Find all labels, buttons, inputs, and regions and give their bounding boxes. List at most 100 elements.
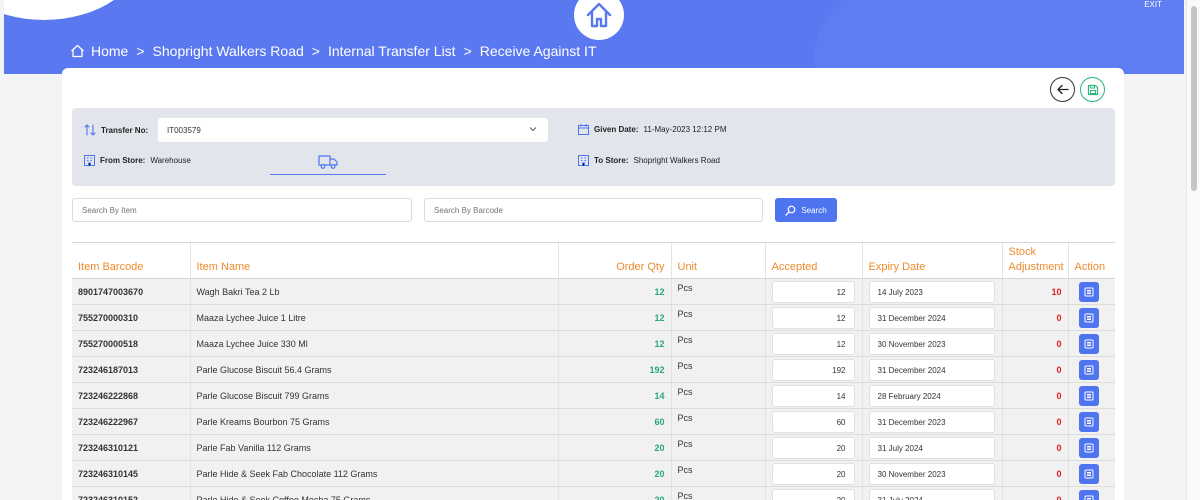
col-header-order-qty[interactable]: Order Qty xyxy=(557,242,671,279)
order-qty: 20 xyxy=(557,460,671,487)
back-button[interactable] xyxy=(1050,77,1075,102)
unit: Pcs xyxy=(670,408,765,435)
accepted-cell: 12 xyxy=(764,278,862,305)
home-badge[interactable] xyxy=(574,0,624,40)
breadcrumb-separator: > xyxy=(463,43,472,59)
transfer-no-label: Transfer No: xyxy=(84,124,148,136)
building-icon xyxy=(84,155,95,166)
unit: Pcs xyxy=(670,486,765,500)
stock-adjustment: 0 xyxy=(1001,382,1068,409)
transfer-filter-panel: Transfer No: IT003579 Given Date: 11-May… xyxy=(72,108,1115,186)
action-cell xyxy=(1067,356,1115,383)
chevron-down-icon xyxy=(529,127,537,132)
floppy-disk-icon xyxy=(1087,84,1098,95)
accepted-input[interactable]: 20 xyxy=(771,462,855,485)
to-store-label: To Store: Shopright Walkers Road xyxy=(578,155,720,166)
col-header-stock-adjustment[interactable]: Stock Adjustment xyxy=(1001,242,1068,279)
breadcrumb-store[interactable]: Shopright Walkers Road xyxy=(153,43,304,59)
row-action-button[interactable] xyxy=(1078,385,1099,406)
search-icon xyxy=(785,205,796,216)
item-barcode: 8901747003670 xyxy=(72,278,190,305)
stock-adjustment: 0 xyxy=(1001,408,1068,435)
action-cell xyxy=(1067,460,1115,487)
receive-card: Transfer No: IT003579 Given Date: 11-May… xyxy=(62,68,1124,500)
arrow-left-icon xyxy=(1057,84,1069,95)
calendar-icon xyxy=(578,124,589,135)
accepted-input[interactable]: 12 xyxy=(771,332,855,355)
col-header-name[interactable]: Item Name xyxy=(189,242,558,279)
table-row: 755270000518 Maaza Lychee Juice 330 Ml 12 P… xyxy=(72,330,1115,357)
expiry-cell: 31 December 2024 xyxy=(861,304,1002,331)
breadcrumb-separator: > xyxy=(311,43,320,59)
row-action-button[interactable] xyxy=(1078,333,1099,354)
col-header-expiry[interactable]: Expiry Date xyxy=(861,242,1002,279)
accepted-input[interactable]: 20 xyxy=(771,436,855,459)
accepted-input[interactable]: 60 xyxy=(771,410,855,433)
accepted-input[interactable]: 12 xyxy=(771,280,855,303)
unit: Pcs xyxy=(670,382,765,409)
item-name: Parle Glucose Biscuit 56.4 Grams xyxy=(189,356,558,383)
accepted-input[interactable]: 20 xyxy=(771,488,855,500)
banner-decoration xyxy=(4,0,144,20)
accepted-input[interactable]: 12 xyxy=(771,306,855,329)
table-row: 723246222967 Parle Kreams Bourbon 75 Gram… xyxy=(72,408,1115,435)
list-icon xyxy=(1084,469,1093,478)
col-header-accepted[interactable]: Accepted xyxy=(764,242,862,279)
banner-decoration xyxy=(814,0,1184,74)
accepted-input[interactable]: 192 xyxy=(771,358,855,381)
item-name: Maaza Lychee Juice 1 Litre xyxy=(189,304,558,331)
row-action-button[interactable] xyxy=(1078,359,1099,380)
expiry-date-input[interactable]: 31 July 2024 xyxy=(868,436,995,459)
expiry-date-input[interactable]: 31 December 2024 xyxy=(868,306,995,329)
search-button[interactable]: Search xyxy=(775,198,837,222)
order-qty: 12 xyxy=(557,330,671,357)
order-qty: 20 xyxy=(557,486,671,500)
breadcrumb-transfer-list[interactable]: Internal Transfer List xyxy=(328,43,456,59)
row-action-button[interactable] xyxy=(1078,463,1099,484)
accepted-input[interactable]: 14 xyxy=(771,384,855,407)
page-scrollbar[interactable] xyxy=(1186,0,1200,500)
item-barcode: 723246310145 xyxy=(72,460,190,487)
row-action-button[interactable] xyxy=(1078,307,1099,328)
col-header-barcode[interactable]: Item Barcode xyxy=(72,242,190,279)
action-cell xyxy=(1067,434,1115,461)
accepted-cell: 192 xyxy=(764,356,862,383)
expiry-date-input[interactable]: 14 July 2023 xyxy=(868,280,995,303)
item-barcode: 723246222868 xyxy=(72,382,190,409)
accepted-cell: 20 xyxy=(764,434,862,461)
row-action-button[interactable] xyxy=(1078,411,1099,432)
item-name: Maaza Lychee Juice 330 Ml xyxy=(189,330,558,357)
row-action-button[interactable] xyxy=(1078,489,1099,500)
order-qty: 14 xyxy=(557,382,671,409)
building-icon xyxy=(578,155,589,166)
search-item-input[interactable] xyxy=(72,198,412,222)
unit: Pcs xyxy=(670,304,765,331)
order-qty: 20 xyxy=(557,434,671,461)
accepted-cell: 20 xyxy=(764,486,862,500)
breadcrumb-home[interactable]: Home xyxy=(91,43,128,59)
col-header-unit[interactable]: Unit xyxy=(670,242,765,279)
expiry-date-input[interactable]: 28 February 2024 xyxy=(868,384,995,407)
search-barcode-input[interactable] xyxy=(424,198,763,222)
item-barcode: 723246187013 xyxy=(72,356,190,383)
row-action-button[interactable] xyxy=(1078,281,1099,302)
expiry-date-input[interactable]: 30 November 2023 xyxy=(868,332,995,355)
expiry-date-input[interactable]: 30 November 2023 xyxy=(868,462,995,485)
row-action-button[interactable] xyxy=(1078,437,1099,458)
expiry-cell: 30 November 2023 xyxy=(861,330,1002,357)
stock-adjustment: 0 xyxy=(1001,356,1068,383)
expiry-cell: 14 July 2023 xyxy=(861,278,1002,305)
expiry-date-input[interactable]: 31 July 2024 xyxy=(868,488,995,500)
expiry-date-input[interactable]: 31 December 2023 xyxy=(868,410,995,433)
save-button[interactable] xyxy=(1080,77,1105,102)
unit: Pcs xyxy=(670,356,765,383)
truck-icon xyxy=(318,155,338,169)
from-store-value: Warehouse xyxy=(150,156,191,165)
item-barcode: 723246222967 xyxy=(72,408,190,435)
scrollbar-thumb[interactable] xyxy=(1191,6,1197,191)
action-cell xyxy=(1067,330,1115,357)
item-barcode: 755270000518 xyxy=(72,330,190,357)
exit-link[interactable]: EXIT xyxy=(1144,0,1162,9)
expiry-date-input[interactable]: 31 December 2024 xyxy=(868,358,995,381)
transfer-no-select[interactable]: IT003579 xyxy=(158,118,548,142)
